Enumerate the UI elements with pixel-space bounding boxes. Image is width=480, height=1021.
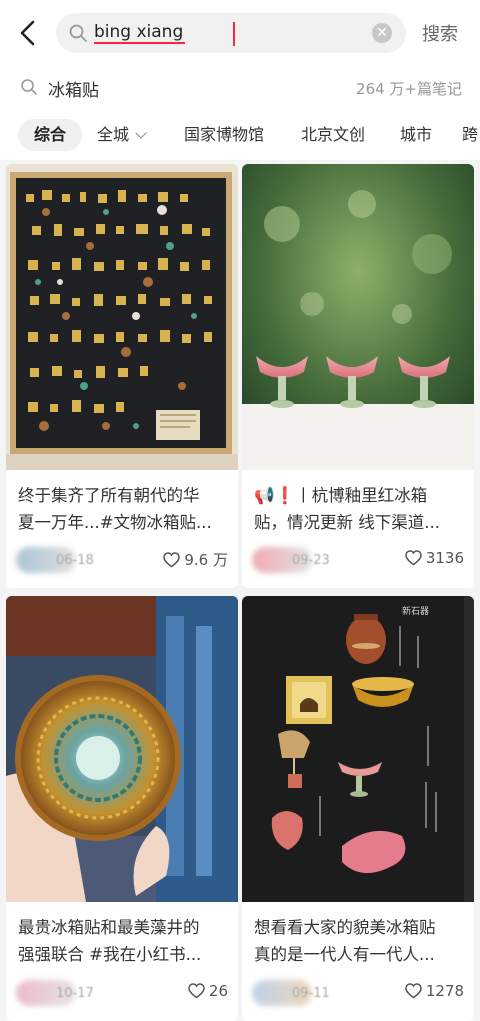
note-cover-image: 新石器 — [242, 596, 474, 902]
note-date: 10-17 — [56, 986, 94, 1001]
note-date: 06-18 — [56, 553, 94, 568]
note-date: 09-11 — [292, 986, 330, 1001]
note-meta: 06-18 9.6 万 — [16, 543, 228, 575]
note-title-line: 📢❗丨杭博釉里红冰箱 — [254, 486, 428, 505]
heart-icon — [188, 983, 205, 999]
note-date: 09-23 — [292, 553, 330, 568]
like-count[interactable]: 9.6 万 — [163, 549, 228, 570]
filter-chip-comprehensive[interactable]: 综合 — [18, 119, 83, 151]
filter-chip-national-museum[interactable]: 国家博物馆 — [184, 119, 264, 151]
like-count[interactable]: 3136 — [405, 549, 464, 567]
note-title: 最贵冰箱贴和最美藻井的 强强联合 #我在小红书... — [18, 914, 230, 968]
note-cover-image — [6, 596, 238, 902]
chevron-down-icon — [135, 127, 147, 139]
heart-icon — [405, 983, 422, 999]
search-box[interactable]: bing xiang ✕ — [56, 13, 406, 53]
text-cursor — [233, 22, 235, 46]
heart-icon — [405, 550, 422, 566]
filter-bar: 综合 全城 国家博物馆 北京文创 城市 跨 — [0, 110, 480, 160]
search-icon — [69, 24, 87, 42]
top-bar: bing xiang ✕ 搜索 — [0, 0, 480, 64]
note-title: 📢❗丨杭博釉里红冰箱 贴，情况更新 线下渠道... — [254, 482, 466, 536]
note-meta: 09-23 3136 — [252, 543, 464, 575]
note-card[interactable]: 📢❗丨杭博釉里红冰箱 贴，情况更新 线下渠道... 09-23 3136 — [242, 164, 474, 588]
search-icon — [21, 79, 37, 95]
note-card[interactable]: 新石器 想看看大家的貌美冰箱贴 真的是一代人有一代人... 09-11 1278 — [242, 596, 474, 1021]
back-arrow-icon[interactable] — [14, 18, 42, 48]
suggestion-count: 264 万+篇笔记 — [356, 80, 462, 98]
note-title-line: 贴，情况更新 线下渠道... — [254, 513, 440, 532]
note-cover-image — [6, 164, 238, 470]
like-count-value: 9.6 万 — [184, 551, 228, 569]
note-card[interactable]: 终于集齐了所有朝代的华 夏一万年...#文物冰箱贴... 06-18 9.6 万 — [6, 164, 238, 588]
note-title-line: 夏一万年...#文物冰箱贴... — [18, 513, 212, 532]
filter-chip-city-wide[interactable]: 全城 — [97, 119, 147, 151]
suggestion-text: 冰箱贴 — [48, 81, 99, 101]
like-count-value: 1278 — [425, 982, 464, 1000]
note-title: 终于集齐了所有朝代的华 夏一万年...#文物冰箱贴... — [18, 482, 230, 536]
like-count-value: 26 — [208, 982, 228, 1000]
note-title-line: 终于集齐了所有朝代的华 — [18, 486, 200, 505]
clear-icon[interactable]: ✕ — [372, 23, 392, 43]
note-title-line: 强强联合 #我在小红书... — [18, 945, 202, 964]
like-count[interactable]: 26 — [188, 982, 228, 1000]
like-count-value: 3136 — [425, 549, 464, 567]
search-suggestion[interactable]: 冰箱贴 264 万+篇笔记 — [0, 64, 480, 110]
filter-chip-city[interactable]: 城市 — [400, 119, 432, 151]
note-title-line: 最贵冰箱贴和最美藻井的 — [18, 918, 200, 937]
search-button[interactable]: 搜索 — [422, 20, 458, 46]
note-card[interactable]: 最贵冰箱贴和最美藻井的 强强联合 #我在小红书... 10-17 26 — [6, 596, 238, 1021]
note-title-line: 真的是一代人有一代人... — [254, 945, 435, 964]
filter-chip-beijing-creative[interactable]: 北京文创 — [301, 119, 365, 151]
note-cover-image — [242, 164, 474, 470]
note-title-line: 想看看大家的貌美冰箱贴 — [254, 918, 436, 937]
image-caption: 新石器 — [402, 605, 429, 617]
filter-chip-cross[interactable]: 跨 — [462, 119, 478, 151]
note-title: 想看看大家的貌美冰箱贴 真的是一代人有一代人... — [254, 914, 466, 968]
search-input[interactable]: bing xiang — [94, 22, 186, 44]
heart-icon — [163, 552, 181, 568]
note-meta: 09-11 1278 — [252, 976, 464, 1008]
like-count[interactable]: 1278 — [405, 982, 464, 1000]
note-meta: 10-17 26 — [16, 976, 228, 1008]
filter-chip-label: 全城 — [97, 125, 130, 144]
